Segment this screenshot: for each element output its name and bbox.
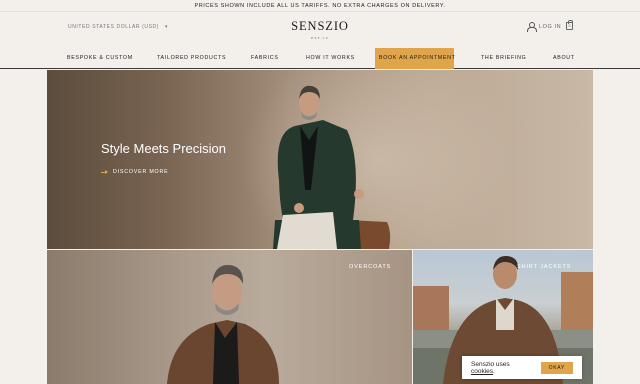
brand-established: EST.14 — [311, 36, 329, 40]
nav-the-briefing[interactable]: THE BRIEFING — [481, 48, 526, 69]
nav-about[interactable]: ABOUT — [553, 48, 575, 69]
cookie-message-prefix: Senszio uses — [471, 360, 510, 368]
hero-title: Style Meets Precision — [101, 141, 226, 156]
nav-bespoke-custom[interactable]: BESPOKE & CUSTOM — [67, 48, 133, 69]
cookie-message: Senszio uses cookies. — [471, 361, 533, 375]
arrow-right-icon — [101, 169, 108, 174]
nav-tailored-products[interactable]: TAILORED PRODUCTS — [157, 48, 226, 69]
nav-how-it-works[interactable]: HOW IT WORKS — [306, 48, 355, 69]
cookie-message-suffix: . — [493, 367, 495, 375]
cart-count: 0 — [568, 24, 571, 28]
login-link[interactable]: LOG IN — [527, 22, 562, 32]
user-icon — [527, 22, 537, 32]
hero-model-image — [273, 85, 391, 249]
site-header: UNITED STATES DOLLAR (USD) ▾ SENSZIO EST… — [0, 12, 640, 48]
discover-more-link[interactable]: DISCOVER MORE — [101, 169, 168, 175]
hero-banner[interactable]: Style Meets Precision DISCOVER MORE — [47, 70, 593, 249]
shirt-jackets-label: SHIRT JACKETS — [517, 264, 572, 270]
overcoats-model-image — [167, 264, 279, 384]
main-nav: BESPOKE & CUSTOM TAILORED PRODUCTS FABRI… — [0, 48, 640, 69]
nav-fabrics[interactable]: FABRICS — [251, 48, 279, 69]
overcoats-label: OVERCOATS — [349, 264, 392, 270]
overcoats-tile[interactable]: OVERCOATS — [47, 250, 412, 384]
discover-more-label: DISCOVER MORE — [113, 169, 169, 175]
cookie-banner: Senszio uses cookies. OKAY — [462, 356, 582, 379]
announcement-bar: PRICES SHOWN INCLUDE ALL US TARIFFS. NO … — [0, 0, 640, 12]
cookies-link[interactable]: cookies — [471, 368, 493, 375]
book-appointment-button[interactable]: BOOK AN APPOINTMENT — [375, 48, 455, 69]
login-label: LOG IN — [539, 23, 562, 30]
shopping-bag-icon[interactable]: 0 — [566, 20, 573, 30]
cookie-okay-button[interactable]: OKAY — [540, 361, 573, 374]
